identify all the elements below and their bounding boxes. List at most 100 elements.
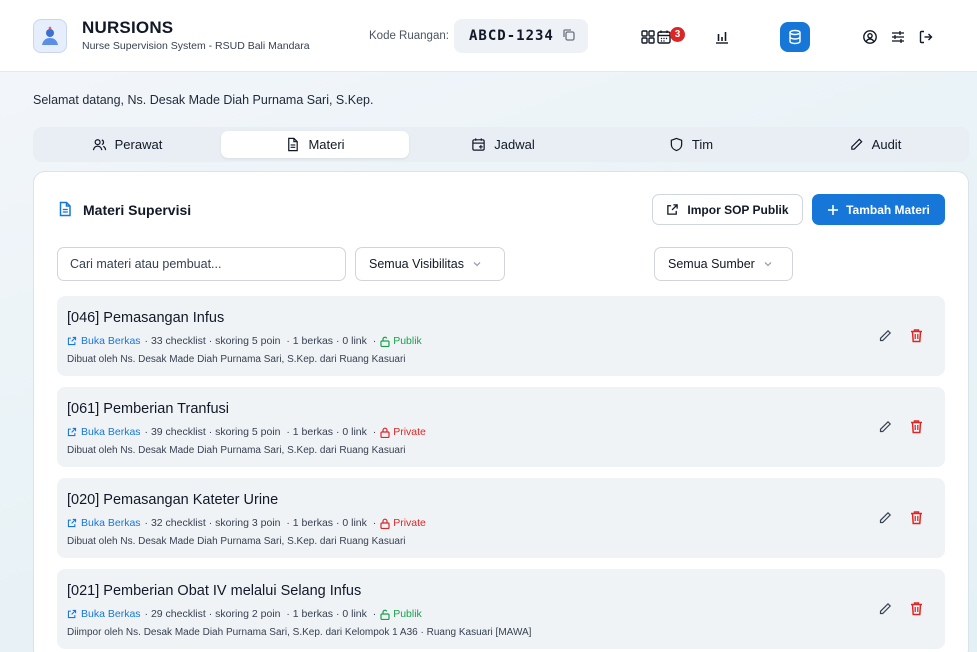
unlock-icon — [380, 336, 390, 347]
edit-icon[interactable] — [878, 420, 892, 434]
search-input[interactable] — [57, 247, 346, 281]
document-icon — [59, 201, 71, 217]
welcome-message: Selamat datang, Ns. Desak Made Diah Purn… — [33, 93, 374, 107]
app-title: NURSIONS — [82, 18, 174, 37]
database-button[interactable] — [780, 22, 810, 52]
visibility-status: Private — [380, 517, 426, 529]
edit-icon[interactable] — [878, 329, 892, 343]
material-meta: Buka Berkas · 32 checklist · skoring 3 p… — [67, 517, 426, 529]
tab-materi[interactable]: Materi — [221, 131, 409, 158]
trash-icon[interactable] — [909, 328, 924, 343]
tab-perawat[interactable]: Perawat — [33, 131, 221, 158]
lock-icon — [380, 518, 390, 529]
open-file-label: Buka Berkas — [81, 335, 141, 347]
app-header: NURSIONS Nurse Supervision System - RSUD… — [0, 0, 977, 72]
material-card[interactable]: [061] Pemberian Tranfusi Buka Berkas · 3… — [57, 387, 945, 467]
logout-icon — [919, 30, 933, 44]
open-file-label: Buka Berkas — [81, 517, 141, 529]
open-file-link[interactable]: Buka Berkas — [67, 426, 141, 438]
external-link-icon — [67, 427, 77, 437]
document-icon — [288, 137, 299, 152]
tab-tim[interactable]: Tim — [597, 131, 785, 158]
pencil-icon — [850, 138, 863, 150]
shield-icon — [670, 137, 683, 152]
material-details: · 29 checklist · skoring 2 poin · 1 berk… — [144, 608, 377, 620]
open-file-label: Buka Berkas — [81, 608, 141, 620]
material-meta: Buka Berkas · 39 checklist · skoring 5 p… — [67, 426, 426, 438]
copy-icon[interactable] — [562, 28, 576, 42]
lock-icon — [380, 427, 390, 438]
tab-audit[interactable]: Audit — [781, 131, 969, 158]
edit-icon[interactable] — [878, 511, 892, 525]
edit-icon[interactable] — [878, 602, 892, 616]
material-card[interactable]: [046] Pemasangan Infus Buka Berkas · 33 … — [57, 296, 945, 376]
nurse-logo-icon — [42, 26, 58, 45]
add-material-label: Tambah Materi — [846, 202, 930, 217]
chevron-down-icon — [764, 262, 772, 267]
stats-button[interactable] — [707, 22, 737, 52]
plus-icon — [828, 204, 839, 215]
settings-button[interactable] — [883, 22, 913, 52]
notification-badge: 3 — [670, 27, 685, 42]
visibility-filter[interactable]: Semua Visibilitas — [355, 247, 505, 281]
tab-label: Tim — [691, 137, 714, 152]
visibility-label: Private — [393, 426, 426, 438]
profile-button[interactable] — [855, 22, 885, 52]
panel-title: Materi Supervisi — [83, 202, 192, 218]
external-link-icon — [67, 609, 77, 619]
bar-chart-icon — [716, 32, 728, 44]
unlock-icon — [380, 609, 390, 620]
tab-jadwal[interactable]: Jadwal — [409, 131, 597, 158]
add-material-button[interactable]: Tambah Materi — [812, 194, 945, 225]
source-filter-value: Semua Sumber — [668, 257, 755, 271]
source-filter[interactable]: Semua Sumber — [654, 247, 793, 281]
trash-icon[interactable] — [909, 510, 924, 525]
material-creator: Dibuat oleh Ns. Desak Made Diah Purnama … — [67, 536, 406, 547]
main-tabs: Perawat Materi Jadwal Tim Audit — [33, 127, 969, 162]
material-title: [061] Pemberian Tranfusi — [67, 401, 230, 417]
room-code-box[interactable]: ABCD-1234 — [454, 19, 588, 53]
visibility-status: Publik — [380, 608, 422, 620]
material-creator: Diimpor oleh Ns. Desak Made Diah Purnama… — [67, 627, 532, 638]
material-title: [021] Pemberian Obat IV melalui Selang I… — [67, 583, 362, 599]
material-details: · 32 checklist · skoring 3 poin · 1 berk… — [144, 517, 377, 529]
app-logo — [33, 19, 67, 53]
user-circle-icon — [863, 30, 877, 44]
material-creator: Dibuat oleh Ns. Desak Made Diah Purnama … — [67, 445, 406, 456]
room-code-label: Kode Ruangan: — [369, 30, 449, 42]
external-link-icon — [67, 336, 77, 346]
tab-label: Perawat — [114, 137, 163, 152]
material-meta: Buka Berkas · 33 checklist · skoring 5 p… — [67, 335, 422, 347]
material-meta: Buka Berkas · 29 checklist · skoring 2 p… — [67, 608, 422, 620]
visibility-filter-value: Semua Visibilitas — [369, 257, 464, 271]
material-title: [046] Pemasangan Infus — [67, 310, 225, 326]
import-sop-button[interactable]: Impor SOP Publik — [652, 194, 803, 225]
app-subtitle: Nurse Supervision System - RSUD Bali Man… — [82, 40, 310, 52]
open-file-label: Buka Berkas — [81, 426, 141, 438]
trash-icon[interactable] — [909, 601, 924, 616]
external-link-icon — [667, 204, 679, 215]
external-link-icon — [67, 518, 77, 528]
visibility-status: Private — [380, 426, 426, 438]
material-title: [020] Pemasangan Kateter Urine — [67, 492, 279, 508]
logout-button[interactable] — [911, 22, 941, 52]
calendar-plus-icon — [472, 138, 485, 151]
tab-label: Jadwal — [494, 137, 535, 152]
material-card[interactable]: [020] Pemasangan Kateter Urine Buka Berk… — [57, 478, 945, 558]
material-details: · 33 checklist · skoring 5 poin · 1 berk… — [144, 335, 377, 347]
tab-label: Materi — [308, 137, 345, 152]
visibility-label: Private — [393, 517, 426, 529]
users-icon — [92, 139, 106, 151]
visibility-label: Publik — [393, 335, 422, 347]
import-sop-label: Impor SOP Publik — [687, 202, 789, 217]
open-file-link[interactable]: Buka Berkas — [67, 608, 141, 620]
room-code-value: ABCD-1234 — [469, 28, 554, 44]
tab-label: Audit — [871, 137, 902, 152]
open-file-link[interactable]: Buka Berkas — [67, 517, 141, 529]
visibility-status: Publik — [380, 335, 422, 347]
material-creator: Dibuat oleh Ns. Desak Made Diah Purnama … — [67, 354, 406, 365]
open-file-link[interactable]: Buka Berkas — [67, 335, 141, 347]
database-icon — [789, 29, 801, 45]
trash-icon[interactable] — [909, 419, 924, 434]
material-card[interactable]: [021] Pemberian Obat IV melalui Selang I… — [57, 569, 945, 649]
